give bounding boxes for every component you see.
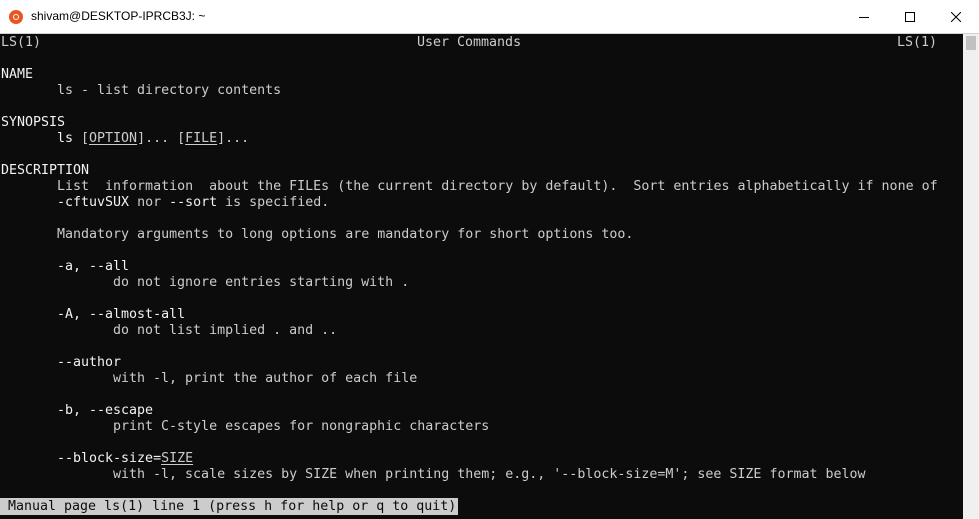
section-description-heading: DESCRIPTION <box>1 163 90 178</box>
close-icon <box>951 12 961 22</box>
nor-text: nor <box>129 195 170 210</box>
synopsis-line: ls [OPTION]... [FILE]... <box>57 131 250 146</box>
option-escape-desc: print C-style escapes for nongraphic cha… <box>113 419 490 434</box>
synopsis-option: OPTION <box>89 131 138 146</box>
scrollbar-thumb[interactable] <box>966 36 976 50</box>
option-block-size-arg: SIZE <box>161 451 194 466</box>
option-escape: -b, --escape <box>57 403 154 418</box>
option-block-size-flag: --block-size= <box>57 451 162 466</box>
ubuntu-icon <box>9 10 23 24</box>
minimize-icon <box>859 17 869 18</box>
close-button[interactable] <box>933 0 979 34</box>
option-block-size-desc: with -l, scale sizes by SIZE when printi… <box>113 467 866 482</box>
option-all-desc: do not ignore entries starting with . <box>113 275 410 290</box>
pager-status-line: Manual page ls(1) line 1 (press h for he… <box>0 498 459 515</box>
section-name-heading: NAME <box>1 67 34 82</box>
option-all: -a, --all <box>57 259 130 274</box>
synopsis-command: ls <box>57 131 74 146</box>
man-header-right: LS(1) <box>897 35 938 50</box>
specified-text: is specified. <box>217 195 330 210</box>
sort-flags: -cftuvSUX <box>57 195 130 210</box>
maximize-icon <box>905 12 915 22</box>
sort-option: --sort <box>169 195 218 210</box>
window-title: shivam@DESKTOP-IPRCB3J: ~ <box>31 9 206 23</box>
option-author-desc: with -l, print the author of each file <box>113 371 418 386</box>
option-block-size: --block-size=SIZE <box>57 451 193 467</box>
description-line-2: -cftuvSUX nor --sort is specified. <box>57 195 329 211</box>
minimize-button[interactable] <box>841 0 887 34</box>
description-line-1: List information about the FILEs (the cu… <box>57 179 938 194</box>
section-synopsis-heading: SYNOPSIS <box>1 115 66 130</box>
name-text: ls - list directory contents <box>57 83 282 98</box>
description-line-3: Mandatory arguments to long options are … <box>57 227 634 242</box>
option-almost-all-desc: do not list implied . and .. <box>113 323 338 338</box>
option-almost-all: -A, --almost-all <box>57 307 186 322</box>
synopsis-file: FILE <box>185 131 218 146</box>
terminal-area[interactable]: LS(1) User Commands LS(1) NAME ls - list… <box>0 34 963 519</box>
man-header-left: LS(1) <box>1 35 42 50</box>
man-header-center: User Commands <box>417 35 522 50</box>
title-bar: shivam@DESKTOP-IPRCB3J: ~ <box>0 0 979 34</box>
vertical-scrollbar[interactable] <box>963 34 979 519</box>
maximize-button[interactable] <box>887 0 933 34</box>
option-author: --author <box>57 355 122 370</box>
